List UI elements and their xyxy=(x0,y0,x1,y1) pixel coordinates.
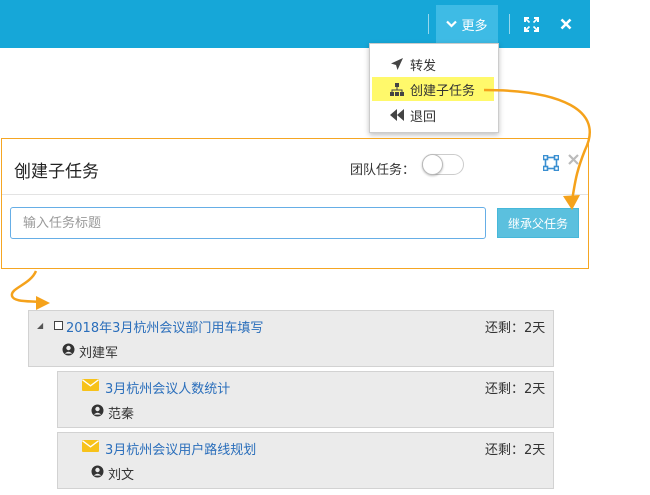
team-task-toggle[interactable] xyxy=(422,154,464,175)
task-card-child[interactable]: 3月杭州会议用户路线规划 还剩：2天 刘文 xyxy=(57,432,554,489)
team-task-label: 团队任务： xyxy=(350,163,416,178)
task-remaining-time: 还剩：2天 xyxy=(485,321,546,336)
panel-divider xyxy=(2,194,588,195)
task-checkbox[interactable] xyxy=(54,321,63,330)
toolbar-divider xyxy=(509,14,510,34)
top-toolbar: 更多 xyxy=(0,0,590,48)
annotation-arrow-path xyxy=(10,270,41,304)
expand-icon[interactable] xyxy=(523,16,539,32)
task-remaining-time: 还剩：2天 xyxy=(485,382,546,397)
task-remaining-time: 还剩：2天 xyxy=(485,443,546,458)
chevron-down-icon xyxy=(446,17,458,32)
inherit-parent-task-button[interactable]: 继承父任务 xyxy=(497,208,579,238)
task-assignee: 刘文 xyxy=(91,464,134,483)
forward-arrow-icon xyxy=(390,57,404,71)
more-button-label: 更多 xyxy=(461,19,488,34)
menu-item-return[interactable]: 退回 xyxy=(370,103,498,127)
task-title-link[interactable]: 3月杭州会议用户路线规划 xyxy=(105,439,256,458)
panel-title: 创建子任务 xyxy=(14,162,99,182)
close-icon[interactable] xyxy=(568,153,579,169)
envelope-icon xyxy=(82,379,99,395)
task-card-child[interactable]: 3月杭州会议人数统计 还剩：2天 范秦 xyxy=(57,371,554,428)
backward-icon xyxy=(390,108,404,122)
task-title-input[interactable] xyxy=(10,207,486,239)
text-cursor xyxy=(23,163,24,180)
task-card-parent[interactable]: ◢ 2018年3月杭州会议部门用车填写 还剩：2天 刘建军 xyxy=(28,310,554,367)
more-button[interactable]: 更多 xyxy=(436,5,498,44)
envelope-icon xyxy=(82,440,99,456)
user-icon xyxy=(62,343,75,360)
user-icon xyxy=(91,404,104,421)
user-icon xyxy=(91,465,104,482)
task-title-link[interactable]: 2018年3月杭州会议部门用车填写 xyxy=(66,317,263,336)
expand-icon[interactable] xyxy=(542,154,560,175)
more-dropdown-menu: 转发 创建子任务 退回 xyxy=(369,43,499,133)
menu-item-label: 退回 xyxy=(410,109,437,125)
annotation-arrowhead xyxy=(36,296,50,310)
menu-item-forward[interactable]: 转发 xyxy=(370,52,498,76)
task-title-link[interactable]: 3月杭州会议人数统计 xyxy=(105,378,230,397)
task-assignee: 刘建军 xyxy=(62,342,118,361)
create-subtask-panel: 创建子任务 团队任务： 继承父任务 xyxy=(1,138,589,269)
close-icon[interactable] xyxy=(559,17,573,31)
toolbar-divider xyxy=(428,14,429,34)
menu-item-label: 创建子任务 xyxy=(410,83,476,99)
collapse-triangle-icon[interactable]: ◢ xyxy=(37,321,43,330)
toggle-knob xyxy=(422,154,443,175)
assignee-name: 范秦 xyxy=(108,407,135,422)
task-assignee: 范秦 xyxy=(91,403,134,422)
menu-item-label: 转发 xyxy=(410,58,437,74)
assignee-name: 刘文 xyxy=(108,468,135,483)
menu-item-create-subtask[interactable]: 创建子任务 xyxy=(372,77,494,101)
assignee-name: 刘建军 xyxy=(79,346,119,361)
sitemap-icon xyxy=(390,82,404,96)
